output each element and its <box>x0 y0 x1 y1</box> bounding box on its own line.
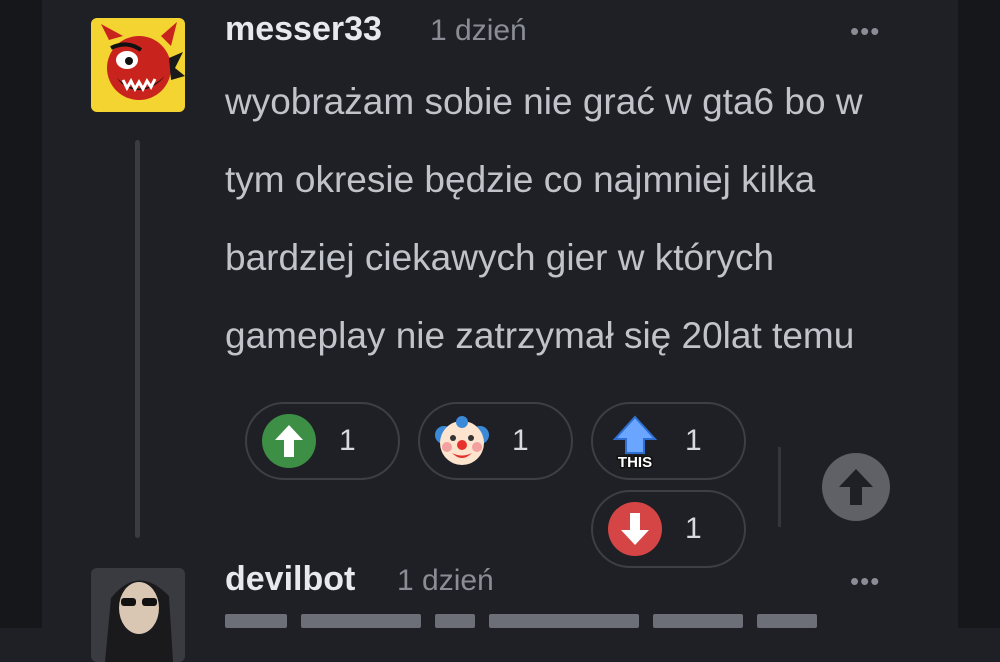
reaction-clown-button[interactable]: 1 <box>418 402 573 480</box>
reaction-downvote-button[interactable]: 1 <box>591 490 746 568</box>
user-avatar[interactable] <box>91 18 185 112</box>
reaction-upvote-button[interactable]: 1 <box>245 402 400 480</box>
upvote-count: 1 <box>339 424 356 457</box>
next-comment-timestamp: 1 dzień <box>397 564 494 597</box>
this-count: 1 <box>685 424 702 457</box>
add-reaction-button[interactable] <box>822 453 890 521</box>
clown-icon <box>435 416 489 465</box>
reaction-this-button[interactable]: THIS 1 <box>591 402 746 480</box>
downvote-count: 1 <box>685 512 702 545</box>
next-comment-username[interactable]: devilbot <box>225 560 355 599</box>
clown-count: 1 <box>512 424 529 457</box>
thread-line[interactable] <box>135 140 140 538</box>
next-more-options-icon[interactable]: ••• <box>850 566 880 597</box>
this-arrow-icon: THIS <box>612 415 658 469</box>
comment-username[interactable]: messer33 <box>225 10 382 49</box>
next-user-avatar[interactable] <box>91 568 185 662</box>
reaction-divider <box>778 447 781 527</box>
devil-avatar-icon <box>91 18 185 112</box>
comment-timestamp: 1 dzień <box>430 14 527 47</box>
right-edge <box>958 0 1000 628</box>
more-options-icon[interactable]: ••• <box>850 16 880 47</box>
sunglasses-avatar-icon <box>91 568 185 662</box>
comment-body: wyobrażam sobie nie grać w gta6 bo w tym… <box>225 81 863 356</box>
up-arrow-icon <box>839 469 873 505</box>
green-up-arrow-icon <box>262 414 316 468</box>
this-label: THIS <box>618 454 652 469</box>
left-edge <box>0 0 42 628</box>
next-comment-text-cutoff <box>225 614 925 628</box>
red-down-arrow-icon <box>608 502 662 556</box>
